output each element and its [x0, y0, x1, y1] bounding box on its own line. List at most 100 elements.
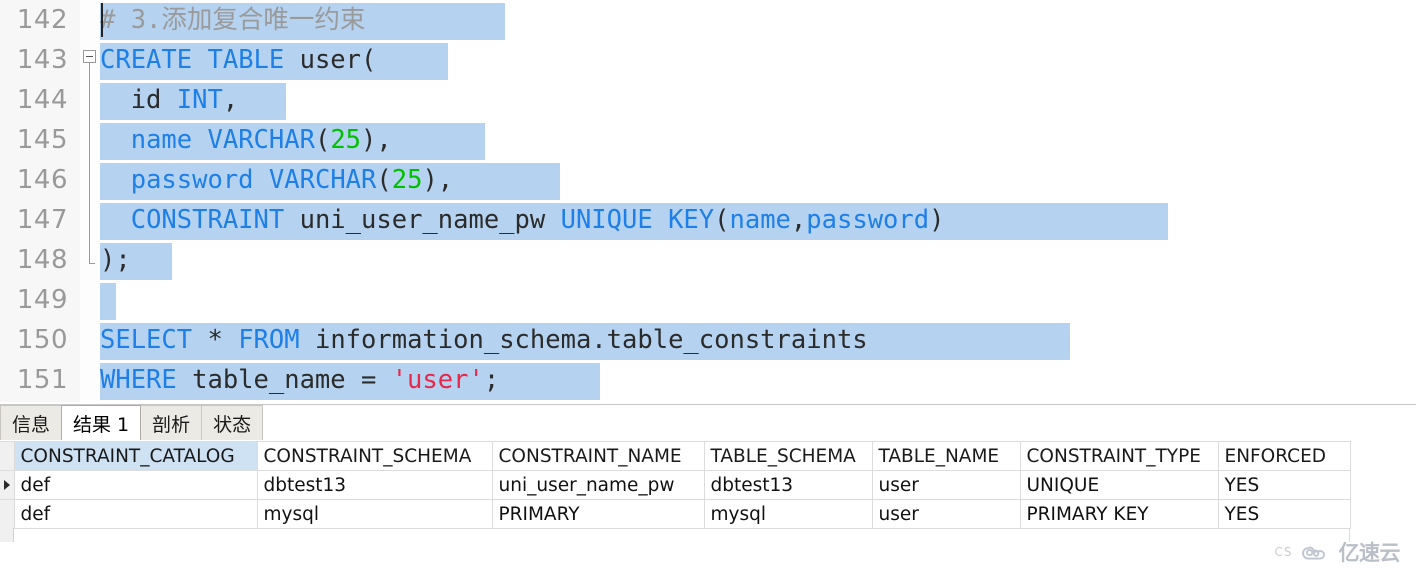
grid-row-handle[interactable] [0, 500, 14, 529]
code-token [254, 165, 269, 195]
code-line[interactable]: 144 id INT, [0, 80, 1416, 120]
result-header-row[interactable]: CONSTRAINT_CATALOGCONSTRAINT_SCHEMACONST… [0, 442, 1350, 471]
code-token: name [131, 125, 192, 155]
grid-column-header[interactable]: CONSTRAINT_TYPE [1020, 442, 1218, 471]
code-line-text[interactable]: SELECT * FROM information_schema.table_c… [100, 320, 868, 360]
grid-cell[interactable]: user [872, 500, 1020, 529]
result-tab[interactable]: 信息 [0, 405, 62, 440]
code-token: 25 [392, 165, 423, 195]
code-token: * [192, 325, 238, 355]
code-token: password [131, 165, 254, 195]
line-number: 151 [0, 360, 68, 400]
code-line[interactable]: 149 [0, 280, 1416, 320]
line-number: 142 [0, 0, 68, 40]
result-data-table[interactable]: CONSTRAINT_CATALOGCONSTRAINT_SCHEMACONST… [0, 441, 1351, 529]
grid-column-header[interactable]: TABLE_SCHEMA [704, 442, 872, 471]
code-line-text[interactable]: CONSTRAINT uni_user_name_pw UNIQUE KEY(n… [100, 200, 944, 240]
result-tab[interactable]: 剖析 [140, 405, 202, 440]
grid-row[interactable]: defdbtest13uni_user_name_pwdbtest13userU… [0, 471, 1350, 500]
sql-editor[interactable]: 142 # 3.添加复合唯一约束 143CREATE TABLE user(144 … [0, 0, 1416, 402]
code-line[interactable]: 147 CONSTRAINT uni_user_name_pw UNIQUE K… [0, 200, 1416, 240]
line-number: 150 [0, 320, 68, 360]
result-tab-bar[interactable]: 信息结果 1剖析状态 [0, 404, 1416, 441]
code-token: ( [315, 125, 330, 155]
result-table-body[interactable]: defdbtest13uni_user_name_pwdbtest13userU… [0, 471, 1350, 529]
code-token: uni_user_name_pw [284, 205, 560, 235]
grid-cell[interactable]: mysql [704, 500, 872, 529]
grid-cell[interactable]: def [14, 471, 257, 500]
code-token: ( [714, 205, 729, 235]
grid-column-header[interactable]: TABLE_NAME [872, 442, 1020, 471]
grid-column-header[interactable]: CONSTRAINT_NAME [492, 442, 704, 471]
code-line[interactable]: 151 WHERE table_name = 'user'; [0, 360, 1416, 400]
grid-empty-row-handle[interactable] [0, 528, 14, 542]
code-line-text[interactable]: password VARCHAR(25), [100, 160, 453, 200]
current-row-indicator[interactable] [0, 471, 14, 500]
code-token: UNIQUE [561, 205, 653, 235]
code-line[interactable]: 146 password VARCHAR(25), [0, 160, 1416, 200]
code-token: SELECT [100, 325, 192, 355]
code-token: , [791, 205, 806, 235]
code-token: information_schema.table_constraints [300, 325, 868, 355]
code-line[interactable]: 150 SELECT * FROM information_schema.tabl… [0, 320, 1416, 360]
line-number: 147 [0, 200, 68, 240]
result-grid[interactable]: CONSTRAINT_CATALOGCONSTRAINT_SCHEMACONST… [0, 441, 1416, 577]
grid-cell[interactable]: uni_user_name_pw [492, 471, 704, 500]
grid-empty-row[interactable] [0, 528, 1350, 542]
grid-cell[interactable]: PRIMARY KEY [1020, 500, 1218, 529]
grid-cell[interactable]: dbtest13 [257, 471, 492, 500]
code-token: ; [484, 365, 499, 395]
grid-cell[interactable]: UNIQUE [1020, 471, 1218, 500]
result-tabs[interactable]: 信息结果 1剖析状态 [0, 405, 262, 440]
code-token: KEY [668, 205, 714, 235]
code-line[interactable]: 145 name VARCHAR(25), [0, 120, 1416, 160]
code-token: name [730, 205, 791, 235]
code-line-text[interactable]: WHERE table_name = 'user'; [100, 360, 499, 400]
line-number: 148 [0, 240, 68, 280]
code-token: CREATE [100, 45, 192, 75]
fold-collapse-icon[interactable] [83, 50, 96, 63]
fold-range-end-icon [89, 263, 95, 264]
grid-row[interactable]: defmysqlPRIMARYmysqluserPRIMARY KEYYES [0, 500, 1350, 529]
watermark-mark: CS [1275, 545, 1293, 559]
code-line-text[interactable]: CREATE TABLE user( [100, 40, 376, 80]
grid-column-header[interactable]: CONSTRAINT_SCHEMA [257, 442, 492, 471]
grid-cell[interactable]: PRIMARY [492, 500, 704, 529]
watermark: CS 亿速云 [1275, 537, 1401, 567]
grid-column-header[interactable]: CONSTRAINT_CATALOG [14, 442, 257, 471]
result-tab[interactable]: 结果 1 [61, 405, 141, 440]
grid-corner-handle[interactable] [0, 442, 14, 471]
code-token: id [100, 85, 177, 115]
code-token: table_name = [177, 365, 392, 395]
code-line[interactable]: 143CREATE TABLE user( [0, 40, 1416, 80]
grid-cell[interactable]: user [872, 471, 1020, 500]
code-token: password [806, 205, 929, 235]
grid-cell[interactable]: mysql [257, 500, 492, 529]
result-tab[interactable]: 状态 [201, 405, 263, 440]
code-token: # 3.添加复合唯一约束 [100, 5, 365, 35]
code-token [192, 45, 207, 75]
line-number: 146 [0, 160, 68, 200]
code-token: 25 [330, 125, 361, 155]
code-line[interactable]: 148); [0, 240, 1416, 280]
line-number: 144 [0, 80, 68, 120]
code-token [653, 205, 668, 235]
code-line[interactable]: 142 # 3.添加复合唯一约束 [0, 0, 1416, 40]
code-token: ( [361, 45, 376, 75]
grid-cell[interactable]: def [14, 500, 257, 529]
code-token: ), [361, 125, 392, 155]
grid-column-header[interactable]: ENFORCED [1218, 442, 1350, 471]
code-line-text[interactable]: id INT, [100, 80, 238, 120]
code-token: WHERE [100, 365, 177, 395]
code-token: VARCHAR [269, 165, 376, 195]
code-token [100, 205, 131, 235]
code-line-text[interactable]: name VARCHAR(25), [100, 120, 392, 160]
grid-cell[interactable]: dbtest13 [704, 471, 872, 500]
code-token: ) [929, 205, 944, 235]
code-line-text[interactable]: ); [100, 240, 131, 280]
result-table-head: CONSTRAINT_CATALOGCONSTRAINT_SCHEMACONST… [0, 442, 1350, 471]
grid-cell[interactable]: YES [1218, 471, 1350, 500]
code-token: CONSTRAINT [131, 205, 285, 235]
grid-cell[interactable]: YES [1218, 500, 1350, 529]
code-line-text[interactable]: # 3.添加复合唯一约束 [100, 0, 365, 40]
